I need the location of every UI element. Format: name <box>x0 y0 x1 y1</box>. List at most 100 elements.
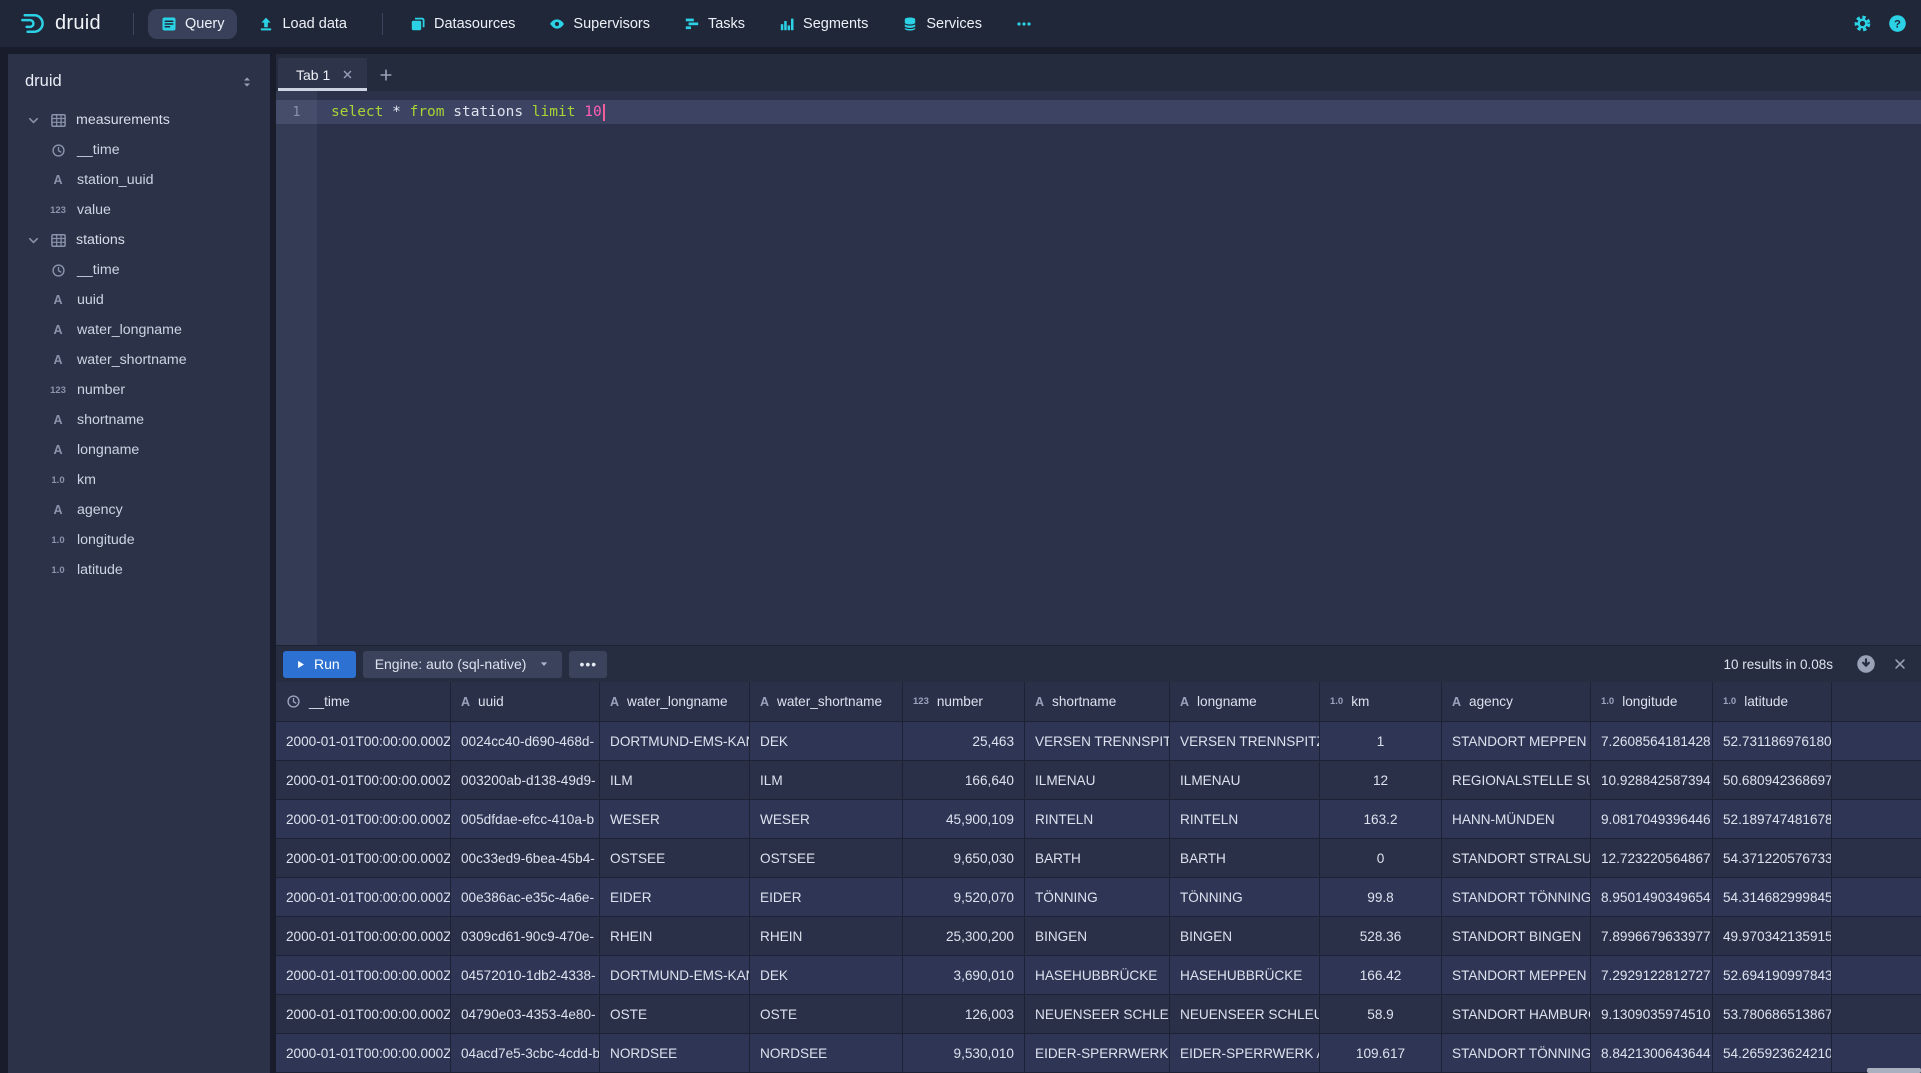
cell-agency[interactable]: STANDORT TÖNNING <box>1442 1034 1591 1072</box>
nav-item-segments[interactable]: Segments <box>766 9 881 39</box>
cell-number[interactable]: 25,300,200 <box>903 917 1025 955</box>
cell-shortname[interactable]: EIDER-SPERRWERK AP <box>1025 1034 1170 1072</box>
column-header-km[interactable]: 1.0km <box>1320 682 1442 721</box>
cell-latitude[interactable]: 49.970342135915 <box>1713 917 1832 955</box>
tree-item-agency[interactable]: Aagency <box>8 495 270 525</box>
cell-number[interactable]: 166,640 <box>903 761 1025 799</box>
cell-water-shortname[interactable]: OSTE <box>750 995 903 1033</box>
cell-water-shortname[interactable]: OSTSEE <box>750 839 903 877</box>
cell-longname[interactable]: BARTH <box>1170 839 1320 877</box>
engine-select-button[interactable]: Engine: auto (sql-native) <box>363 651 563 678</box>
cell-km[interactable]: 58.9 <box>1320 995 1442 1033</box>
cell-water-shortname[interactable]: RHEIN <box>750 917 903 955</box>
cell-uuid[interactable]: 0309cd61-90c9-470e- <box>451 917 600 955</box>
cell-uuid[interactable]: 00e386ac-e35c-4a6e- <box>451 878 600 916</box>
cell-km[interactable]: 163.2 <box>1320 800 1442 838</box>
nav-item-tasks[interactable]: Tasks <box>671 9 758 39</box>
cell-longname[interactable]: TÖNNING <box>1170 878 1320 916</box>
tree-item-longname[interactable]: Alongname <box>8 435 270 465</box>
cell-time[interactable]: 2000-01-01T00:00:00.000Z <box>276 1034 451 1072</box>
cell-km[interactable]: 99.8 <box>1320 878 1442 916</box>
cell-water-longname[interactable]: DORTMUND-EMS-KANAL <box>600 722 750 760</box>
help-icon[interactable]: ? <box>1888 14 1907 33</box>
tree-item-measurements[interactable]: measurements <box>8 105 270 135</box>
cell-longname[interactable]: ILMENAU <box>1170 761 1320 799</box>
column-header-longname[interactable]: Alongname <box>1170 682 1320 721</box>
cell-shortname[interactable]: ILMENAU <box>1025 761 1170 799</box>
cell-time[interactable]: 2000-01-01T00:00:00.000Z <box>276 761 451 799</box>
horizontal-scrollbar-thumb[interactable] <box>1867 1068 1921 1073</box>
cell-water-shortname[interactable]: WESER <box>750 800 903 838</box>
cell-water-longname[interactable]: RHEIN <box>600 917 750 955</box>
cell-longitude[interactable]: 9.1309035974510 <box>1591 995 1713 1033</box>
cell-latitude[interactable]: 52.694190997843 <box>1713 956 1832 994</box>
cell-number[interactable]: 3,690,010 <box>903 956 1025 994</box>
cell-longitude[interactable]: 8.9501490349654 <box>1591 878 1713 916</box>
column-header-shortname[interactable]: Ashortname <box>1025 682 1170 721</box>
chevron-down-icon[interactable] <box>27 114 40 127</box>
column-header-water-longname[interactable]: Awater_longname <box>600 682 750 721</box>
cell-agency[interactable]: STANDORT TÖNNING <box>1442 878 1591 916</box>
column-header-agency[interactable]: Aagency <box>1442 682 1591 721</box>
query-more-button[interactable]: ••• <box>569 651 607 678</box>
cell-latitude[interactable]: 54.371220576733 <box>1713 839 1832 877</box>
tree-item-stations[interactable]: stations <box>8 225 270 255</box>
cell-latitude[interactable]: 52.189747481678 <box>1713 800 1832 838</box>
tree-item-uuid[interactable]: Auuid <box>8 285 270 315</box>
cell-agency[interactable]: HANN-MÜNDEN <box>1442 800 1591 838</box>
cell-agency[interactable]: STANDORT MEPPEN <box>1442 722 1591 760</box>
cell-number[interactable]: 9,520,070 <box>903 878 1025 916</box>
cell-shortname[interactable]: BARTH <box>1025 839 1170 877</box>
cell-water-shortname[interactable]: DEK <box>750 956 903 994</box>
tree-item-longitude[interactable]: 1.0longitude <box>8 525 270 555</box>
cell-uuid[interactable]: 04572010-1db2-4338- <box>451 956 600 994</box>
cell-water-longname[interactable]: ILM <box>600 761 750 799</box>
tree-item-time[interactable]: __time <box>8 255 270 285</box>
cell-longname[interactable]: RINTELN <box>1170 800 1320 838</box>
cell-shortname[interactable]: BINGEN <box>1025 917 1170 955</box>
cell-water-shortname[interactable]: EIDER <box>750 878 903 916</box>
cell-longitude[interactable]: 7.2929122812727 <box>1591 956 1713 994</box>
column-header-time[interactable]: __time <box>276 682 451 721</box>
cell-shortname[interactable]: RINTELN <box>1025 800 1170 838</box>
cell-longitude[interactable]: 7.2608564181428 <box>1591 722 1713 760</box>
cell-water-longname[interactable]: OSTSEE <box>600 839 750 877</box>
nav-item-query[interactable]: Query <box>148 9 238 39</box>
cell-water-longname[interactable]: DORTMUND-EMS-KANAL <box>600 956 750 994</box>
cell-latitude[interactable]: 52.731186976180 <box>1713 722 1832 760</box>
tree-item-water-longname[interactable]: Awater_longname <box>8 315 270 345</box>
nav-item-more[interactable] <box>1003 9 1045 39</box>
tree-item-station-uuid[interactable]: Astation_uuid <box>8 165 270 195</box>
cell-longname[interactable]: NEUENSEER SCHLEUSE <box>1170 995 1320 1033</box>
column-header-number[interactable]: 123number <box>903 682 1025 721</box>
cell-longname[interactable]: EIDER-SPERRWERK AP <box>1170 1034 1320 1072</box>
close-tab-icon[interactable] <box>342 69 353 80</box>
cell-agency[interactable]: STANDORT BINGEN <box>1442 917 1591 955</box>
cell-agency[interactable]: STANDORT MEPPEN <box>1442 956 1591 994</box>
cell-longitude[interactable]: 12.723220564867 <box>1591 839 1713 877</box>
cell-number[interactable]: 126,003 <box>903 995 1025 1033</box>
editor-code-area[interactable]: select * from stations limit 10 <box>317 91 1921 645</box>
cell-shortname[interactable]: VERSEN TRENNSPITZE <box>1025 722 1170 760</box>
tree-item-km[interactable]: 1.0km <box>8 465 270 495</box>
cell-longitude[interactable]: 10.928842587394 <box>1591 761 1713 799</box>
cell-km[interactable]: 1 <box>1320 722 1442 760</box>
close-results-icon[interactable] <box>1893 657 1907 671</box>
cell-water-shortname[interactable]: ILM <box>750 761 903 799</box>
sql-editor[interactable]: 1 select * from stations limit 10 <box>276 91 1921 645</box>
add-tab-button[interactable] <box>367 58 405 91</box>
cell-agency[interactable]: STANDORT HAMBURG <box>1442 995 1591 1033</box>
cell-km[interactable]: 166.42 <box>1320 956 1442 994</box>
nav-item-datasources[interactable]: Datasources <box>397 9 528 39</box>
nav-item-load-data[interactable]: Load data <box>245 9 360 39</box>
settings-gear-icon[interactable] <box>1853 14 1872 33</box>
cell-longname[interactable]: HASEHUBBRÜCKE <box>1170 956 1320 994</box>
cell-time[interactable]: 2000-01-01T00:00:00.000Z <box>276 722 451 760</box>
cell-number[interactable]: 9,530,010 <box>903 1034 1025 1072</box>
cell-time[interactable]: 2000-01-01T00:00:00.000Z <box>276 995 451 1033</box>
tree-item-latitude[interactable]: 1.0latitude <box>8 555 270 585</box>
cell-uuid[interactable]: 00c33ed9-6bea-45b4- <box>451 839 600 877</box>
cell-km[interactable]: 0 <box>1320 839 1442 877</box>
cell-number[interactable]: 45,900,109 <box>903 800 1025 838</box>
cell-longitude[interactable]: 7.8996679633977 <box>1591 917 1713 955</box>
